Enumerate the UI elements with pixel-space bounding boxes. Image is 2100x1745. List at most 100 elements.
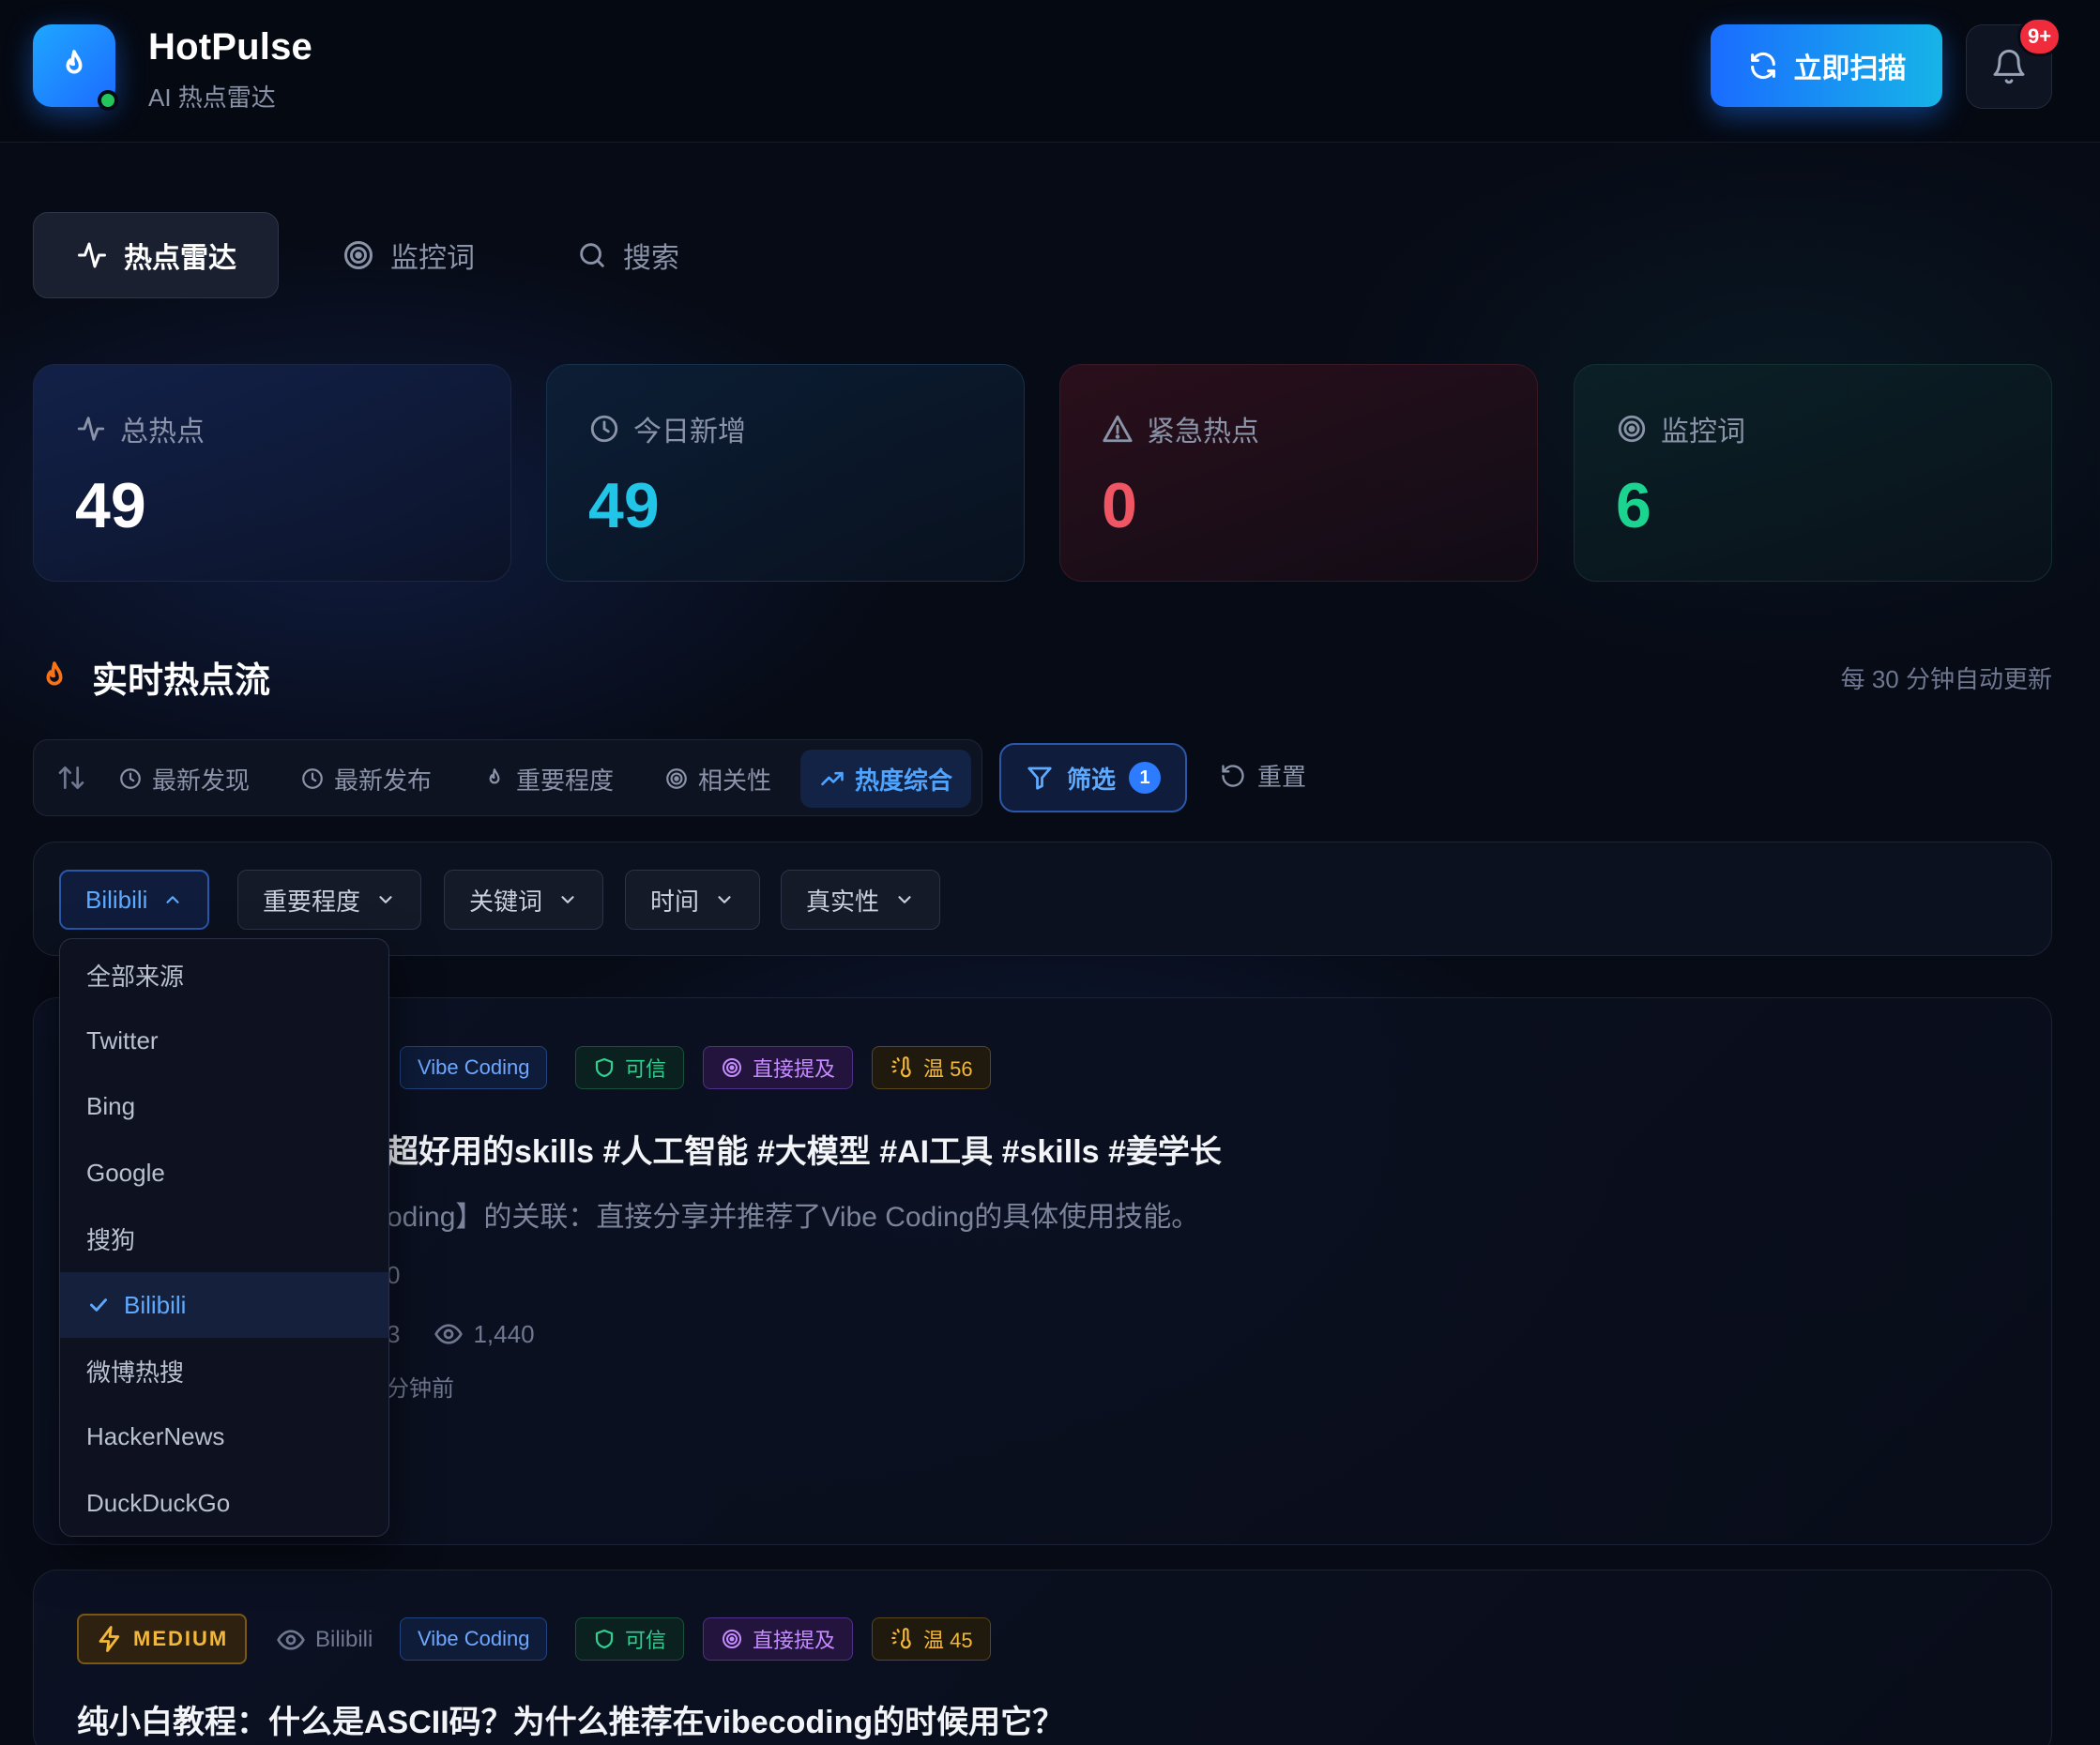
clock-icon [120, 768, 141, 789]
chevron-up-icon [166, 896, 180, 903]
filter-icon [1027, 766, 1052, 790]
sort-option-label: 重要程度 [516, 766, 615, 795]
auto-update-note: 每 30 分钟自动更新 [1840, 665, 2052, 693]
stat-card-monitor: 监控词 6 [1574, 364, 2052, 582]
tab-search[interactable]: 搜索 [535, 212, 721, 298]
temperature-tag: 温 45 [872, 1617, 991, 1661]
target-icon [1618, 415, 1646, 443]
source-option-bing[interactable]: Bing [60, 1074, 388, 1140]
sort-option-relevance[interactable]: 相关性 [646, 750, 790, 808]
source-option-duckduckgo[interactable]: DuckDuckGo [60, 1470, 388, 1536]
tab-hot-radar[interactable]: 热点雷达 [33, 212, 279, 298]
source-option-weibo[interactable]: 微博热搜 [60, 1338, 388, 1404]
target-icon [344, 241, 373, 269]
hot-item-time: 分钟前 [387, 1370, 454, 1403]
target-icon [723, 1058, 741, 1077]
source-dropdown-label: Bilibili [85, 885, 148, 914]
sort-option-label: 相关性 [698, 766, 772, 795]
source-dropdown-menu: 全部来源 Twitter Bing Google 搜狗 Bilibili 微博热… [59, 938, 389, 1537]
mention-tag: 直接提及 [703, 1617, 854, 1661]
stat-label: 今日新增 [633, 417, 746, 448]
refresh-icon [1750, 52, 1775, 80]
source-dropdown[interactable]: Bilibili [59, 870, 210, 930]
target-icon [666, 768, 687, 789]
chevron-down-icon [379, 896, 392, 903]
notifications-badge: 9+ [2017, 17, 2062, 56]
stat-value: 49 [588, 470, 660, 541]
eye-icon [434, 1324, 464, 1344]
tab-hot-radar-label: 热点雷达 [124, 243, 236, 274]
source-option-label: 搜狗 [86, 1226, 136, 1255]
time-dropdown[interactable]: 时间 [625, 870, 761, 930]
hot-item-card[interactable]: MEDIUM Bilibili Vibe Coding 可信 直接提及 温 45… [33, 1570, 2052, 1745]
sort-option-label: 最新发布 [334, 766, 433, 795]
tab-search-label: 搜索 [623, 243, 679, 274]
time-ago: 分钟前 [387, 1376, 454, 1402]
scan-now-label: 立即扫描 [1793, 53, 1907, 84]
clock-icon [590, 415, 618, 443]
topic-tag: Vibe Coding [400, 1617, 548, 1661]
flame-icon [46, 660, 63, 685]
trust-tag-label: 可信 [625, 1057, 667, 1081]
mention-tag-label: 直接提及 [753, 1057, 836, 1081]
sort-option-importance[interactable]: 重要程度 [464, 750, 632, 808]
source-option-hackernews[interactable]: HackerNews [60, 1404, 388, 1470]
source-option-label: Bilibili [124, 1290, 187, 1319]
eye-icon [277, 1630, 305, 1650]
stat-card-today: 今日新增 49 [546, 364, 1025, 582]
mention-tag-label: 直接提及 [753, 1629, 836, 1652]
source-option-label: Twitter [86, 1026, 159, 1055]
source-label: Bilibili [276, 1625, 373, 1655]
source-option-twitter[interactable]: Twitter [60, 1008, 388, 1073]
bell-icon [1993, 49, 2025, 84]
view-count: 1,440 [473, 1319, 535, 1348]
stat-card-urgent: 紧急热点 0 [1059, 364, 1538, 582]
top-bar: HotPulse AI 热点雷达 立即扫描 9+ [0, 0, 2100, 143]
source-option-label: 微博热搜 [86, 1358, 185, 1388]
importance-dropdown[interactable]: 重要程度 [237, 870, 422, 930]
search-icon [580, 243, 604, 267]
topic-tag-label: Vibe Coding [418, 1055, 530, 1079]
thermometer-sun-icon [891, 1628, 911, 1649]
trending-up-icon [821, 771, 844, 786]
flame-icon [66, 50, 83, 74]
source-option-bilibili[interactable]: Bilibili [60, 1271, 388, 1339]
chevron-down-icon [718, 896, 731, 903]
zap-icon [99, 1626, 120, 1652]
authenticity-dropdown[interactable]: 真实性 [781, 870, 941, 930]
filter-button[interactable]: 筛选 1 [999, 743, 1187, 812]
trust-tag: 可信 [575, 1617, 685, 1661]
source-option-label: Google [86, 1158, 165, 1187]
reset-button[interactable]: 重置 [1220, 758, 1306, 793]
importance-label: MEDIUM [133, 1627, 229, 1650]
source-option-sogou[interactable]: 搜狗 [60, 1206, 388, 1272]
temperature-tag: 温 56 [872, 1046, 991, 1089]
feed-title: 实时热点流 [92, 661, 271, 701]
keyword-dropdown[interactable]: 关键词 [444, 870, 604, 930]
scan-now-button[interactable]: 立即扫描 [1711, 24, 1942, 107]
source-option-google[interactable]: Google [60, 1140, 388, 1206]
shield-icon [595, 1629, 614, 1649]
filter-label: 筛选 [1066, 765, 1116, 794]
activity-icon [77, 417, 105, 441]
tab-monitor-words[interactable]: 监控词 [300, 212, 516, 298]
shield-icon [595, 1057, 614, 1078]
authenticity-dropdown-label: 真实性 [806, 887, 880, 916]
sort-order-icon[interactable] [56, 763, 86, 793]
sort-option-heat-combined[interactable]: 热度综合 [800, 750, 972, 808]
source-option-all[interactable]: 全部来源 [60, 942, 388, 1008]
sort-option-latest-published[interactable]: 最新发布 [282, 750, 450, 808]
topic-tag: Vibe Coding [400, 1046, 548, 1089]
chevron-down-icon [561, 896, 574, 903]
sort-option-latest-found[interactable]: 最新发现 [99, 750, 268, 808]
hot-item-description: oding】的关联：直接分享并推荐了Vibe Coding的具体使用技能。 [387, 1202, 1200, 1233]
hot-item-title[interactable]: 超好用的skills #人工智能 #大模型 #AI工具 #skills #姜学长 [387, 1126, 1222, 1172]
brand-name: HotPulse [148, 26, 312, 68]
sort-option-label: 最新发现 [152, 766, 251, 795]
importance-badge: MEDIUM [77, 1614, 248, 1664]
topic-tag-label: Vibe Coding [418, 1627, 530, 1650]
hot-item-title[interactable]: 纯小白教程：什么是ASCII码？为什么推荐在vibecoding的时候用它？ [77, 1696, 1064, 1742]
online-status-dot [98, 90, 118, 111]
feed-section-title: 实时热点流 [36, 651, 270, 703]
hot-item-engagement: 3 1,440 [387, 1319, 535, 1349]
